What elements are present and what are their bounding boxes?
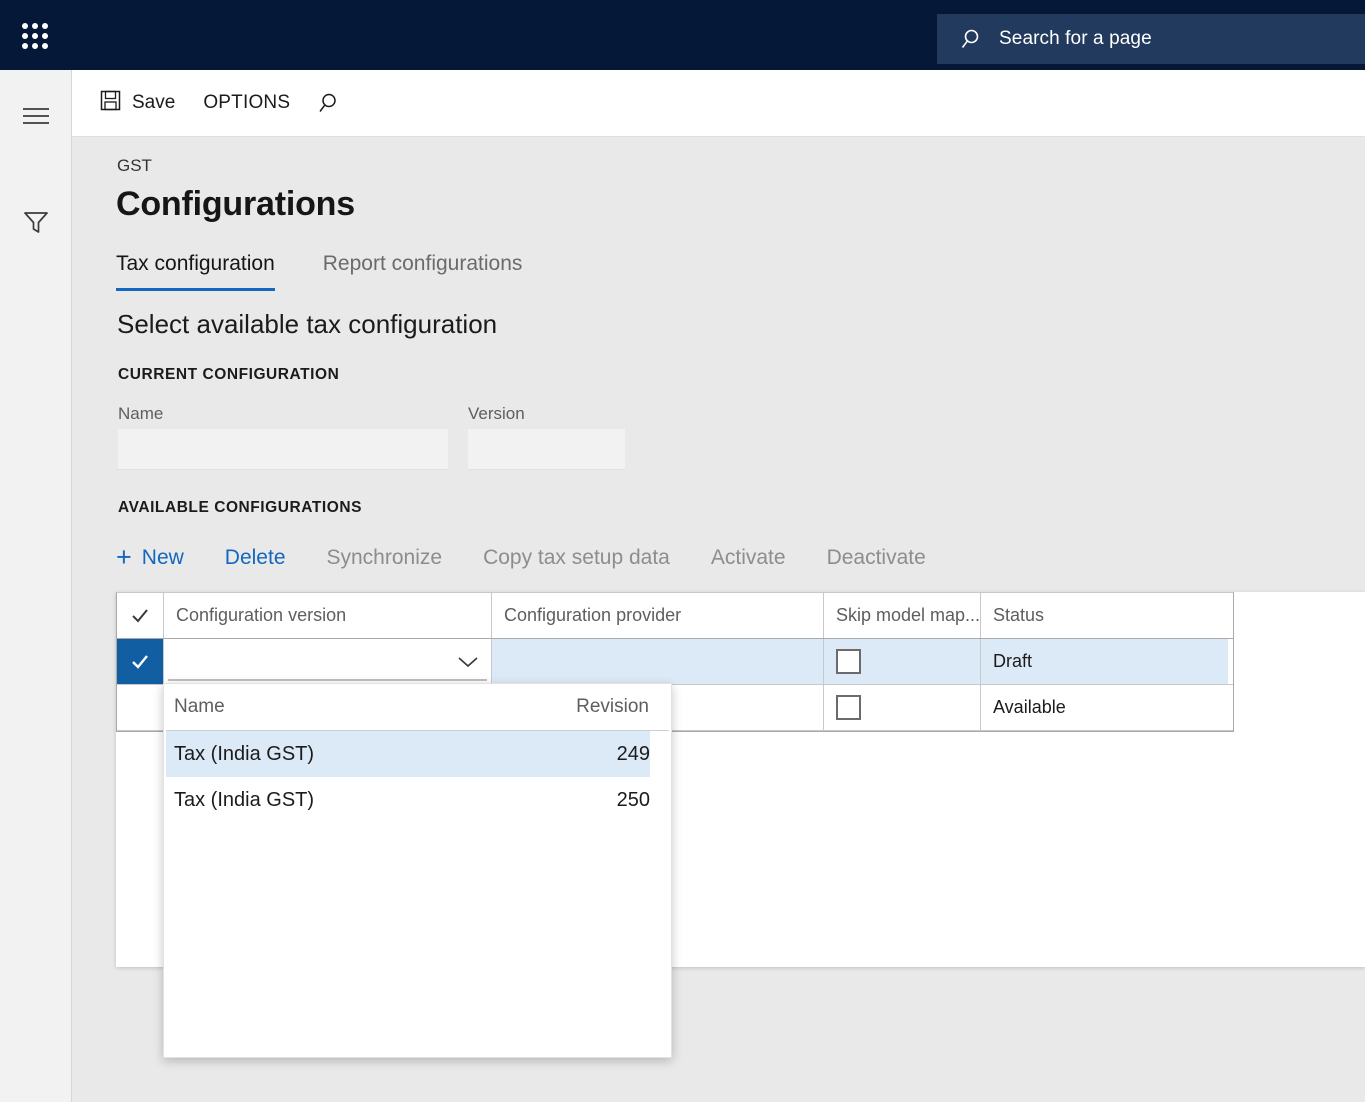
- configuration-version-dropdown: Name Revision Tax (India GST) 249 Tax (I…: [163, 683, 672, 1058]
- activate-button[interactable]: Activate: [711, 546, 786, 570]
- skip-model-mapping-checkbox[interactable]: [836, 695, 861, 720]
- list-item[interactable]: Tax (India GST) 250: [166, 777, 650, 823]
- save-disk-icon: [100, 90, 121, 117]
- synchronize-button[interactable]: Synchronize: [327, 546, 443, 570]
- section-title: Select available tax configuration: [117, 309, 498, 339]
- activate-button-label: Activate: [710, 546, 786, 569]
- column-header-status[interactable]: Status: [981, 593, 1228, 638]
- copy-tax-setup-data-button-label: Copy tax setup data: [483, 546, 670, 569]
- dropdown-column-header-revision: Revision: [576, 696, 649, 717]
- chevron-down-icon[interactable]: [457, 655, 479, 669]
- row-select-checkbox[interactable]: [117, 639, 164, 684]
- column-header-configuration-version[interactable]: Configuration version: [164, 593, 492, 638]
- options-button-label: OPTIONS: [203, 92, 291, 113]
- delete-button[interactable]: Delete: [225, 546, 286, 570]
- name-field[interactable]: [118, 429, 448, 470]
- new-button-label: New: [141, 546, 184, 569]
- deactivate-button[interactable]: Deactivate: [827, 546, 926, 570]
- tab-tax-configuration[interactable]: Tax configuration: [116, 252, 275, 291]
- tab-report-configurations[interactable]: Report configurations: [323, 252, 523, 291]
- hamburger-menu-icon[interactable]: [0, 88, 71, 144]
- row-select-checkbox[interactable]: [117, 685, 164, 730]
- save-button[interactable]: Save: [86, 70, 189, 136]
- filter-funnel-icon[interactable]: [0, 194, 71, 250]
- status-cell: Available: [993, 697, 1066, 717]
- name-field-label: Name: [118, 404, 164, 423]
- global-search-placeholder: Search for a page: [999, 28, 1152, 49]
- configuration-version-combobox[interactable]: [164, 639, 492, 684]
- column-header-configuration-provider[interactable]: Configuration provider: [492, 593, 824, 638]
- select-all-checkbox[interactable]: [117, 593, 164, 638]
- copy-tax-setup-data-button[interactable]: Copy tax setup data: [483, 546, 670, 570]
- version-field[interactable]: [468, 429, 625, 470]
- dropdown-item-name: Tax (India GST): [174, 742, 315, 765]
- dropdown-item-revision: 249: [616, 742, 650, 765]
- app-launcher-icon[interactable]: [22, 23, 50, 49]
- grid-action-toolbar: + New Delete Synchronize Copy tax setup …: [116, 535, 967, 581]
- column-header-skip-model-mapping[interactable]: Skip model map...: [824, 593, 981, 638]
- page-title: Configurations: [116, 185, 355, 223]
- dropdown-item-name: Tax (India GST): [174, 788, 315, 811]
- dropdown-item-revision: 250: [616, 788, 650, 811]
- left-rail: [0, 70, 72, 1102]
- command-bar: Save OPTIONS: [72, 70, 1365, 137]
- table-row[interactable]: Draft: [117, 639, 1233, 685]
- configuration-provider-cell[interactable]: [492, 639, 824, 684]
- command-bar-search-icon[interactable]: [304, 70, 352, 136]
- search-icon: [961, 27, 985, 51]
- status-cell: Draft: [981, 639, 1228, 684]
- new-button[interactable]: + New: [116, 541, 184, 572]
- global-search-input[interactable]: Search for a page: [937, 14, 1365, 64]
- plus-icon: +: [116, 541, 132, 572]
- options-button[interactable]: OPTIONS: [189, 70, 304, 136]
- list-item[interactable]: Tax (India GST) 249: [166, 731, 650, 777]
- grid-header-row: Configuration version Configuration prov…: [117, 593, 1233, 639]
- top-navigation-bar: Search for a page: [0, 0, 1365, 70]
- dropdown-column-header-name: Name: [174, 696, 225, 717]
- deactivate-button-label: Deactivate: [826, 546, 926, 569]
- available-configurations-group-label: AVAILABLE CONFIGURATIONS: [118, 499, 362, 516]
- tab-strip: Tax configuration Report configurations: [116, 247, 570, 291]
- skip-model-mapping-checkbox[interactable]: [836, 649, 861, 674]
- save-button-label: Save: [132, 92, 176, 113]
- skip-model-mapping-cell[interactable]: [824, 685, 981, 730]
- version-field-label: Version: [468, 404, 525, 423]
- current-configuration-group-label: CURRENT CONFIGURATION: [118, 366, 340, 383]
- dropdown-header-row: Name Revision: [166, 684, 669, 731]
- synchronize-button-label: Synchronize: [326, 546, 443, 569]
- delete-button-label: Delete: [224, 546, 286, 569]
- breadcrumb: GST: [117, 156, 152, 175]
- skip-model-mapping-cell[interactable]: [824, 639, 981, 684]
